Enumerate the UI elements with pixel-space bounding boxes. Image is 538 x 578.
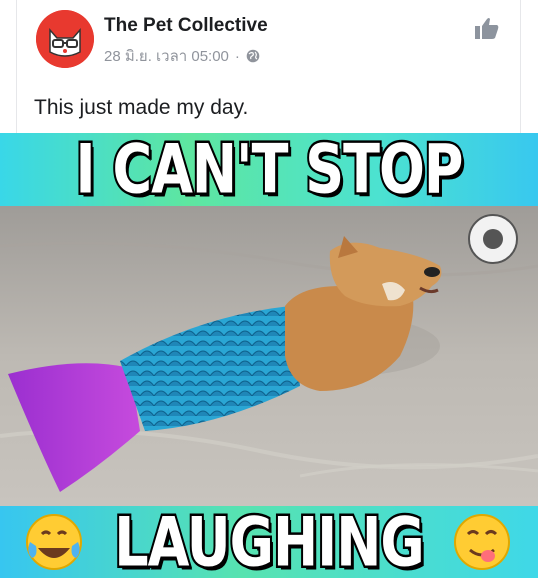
yum-face-emoji-icon: [454, 514, 510, 570]
page-name[interactable]: The Pet Collective: [104, 15, 268, 37]
post-right-border: [520, 0, 521, 133]
post-caption: This just made my day.: [34, 96, 249, 119]
post-left-border: [16, 0, 17, 133]
meme-top-banner: I CAN'T STOP: [0, 133, 538, 211]
avatar[interactable]: [36, 10, 94, 68]
meme-top-text: I CAN'T STOP: [74, 133, 466, 211]
post-media[interactable]: I CAN'T STOP LAUGHING: [0, 133, 538, 578]
meta-separator: ·: [234, 47, 240, 65]
corgi-mermaid-photo: [0, 206, 538, 506]
tears-of-joy-emoji-icon: [26, 514, 82, 570]
meme-bottom-text: LAUGHING: [112, 500, 427, 578]
post-meta: 28 มิ.ย. เวลา 05:00 ·: [104, 44, 260, 68]
post-timestamp[interactable]: 28 มิ.ย. เวลา 05:00: [104, 44, 229, 68]
thumbs-up-icon[interactable]: [474, 16, 500, 40]
globe-icon[interactable]: [246, 49, 260, 63]
pet-collective-logo-icon: [36, 10, 94, 68]
post-header: The Pet Collective 28 มิ.ย. เวลา 05:00 ·…: [0, 0, 538, 133]
